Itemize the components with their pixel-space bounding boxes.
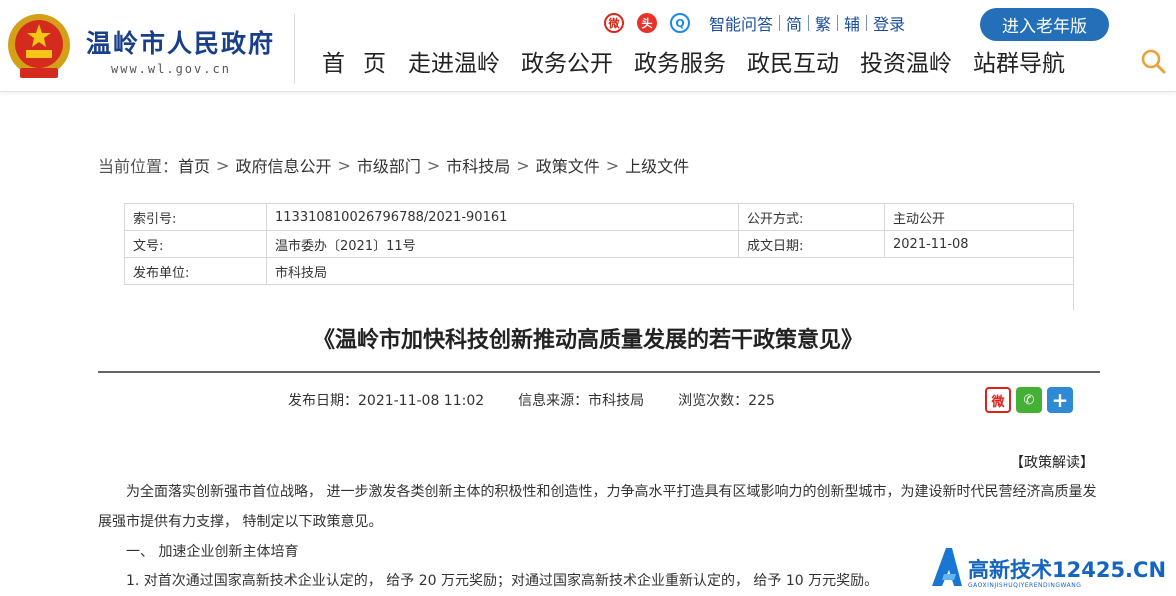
share-wechat-icon[interactable]: ✆ — [1016, 387, 1042, 413]
header-divider — [294, 14, 295, 84]
publish-info: 发布日期：2021-11-08 11:02 信息来源：市科技局 浏览次数：225 — [288, 390, 809, 410]
publicity-label: 公开方式: — [738, 203, 885, 231]
site-name[interactable]: 温岭市人民政府 — [86, 24, 275, 60]
accessibility-link[interactable]: 辅 — [838, 11, 866, 35]
index-value: 113310810026796788/2021-90161 — [266, 203, 739, 231]
policy-interpretation-link[interactable]: 【政策解读】 — [1010, 452, 1094, 472]
main-nav: 首页 走进温岭 政务公开 政务服务 政民互动 投资温岭 站群导航 — [306, 44, 1086, 78]
breadcrumb: 当前位置： 首页 > 政府信息公开 > 市级部门 > 市科技局 > 政策文件 >… — [98, 153, 689, 177]
date-label: 成文日期: — [738, 230, 885, 258]
breadcrumb-label: 当前位置： — [98, 157, 179, 176]
login-link[interactable]: 登录 — [867, 11, 911, 35]
breadcrumb-separator: > — [516, 155, 530, 175]
breadcrumb-home[interactable]: 首页 — [178, 153, 210, 177]
share-weibo-icon[interactable]: 微 — [985, 387, 1011, 413]
divider — [808, 15, 810, 31]
watermark-logo-icon — [932, 548, 962, 586]
document-meta-table: 索引号: 113310810026796788/2021-90161 公开方式:… — [124, 203, 1074, 285]
table-border — [1073, 284, 1074, 310]
nav-about-wenling[interactable]: 走进温岭 — [408, 44, 500, 78]
breadcrumb-city-departments[interactable]: 市级部门 — [357, 153, 421, 177]
site-url: www.wl.gov.cn — [111, 62, 231, 76]
smart-qa-link[interactable]: 智能问答 — [703, 11, 779, 35]
top-links: 微 头 Q 智能问答 简 繁 辅 登录 — [604, 10, 911, 36]
view-count: 浏览次数：225 — [678, 393, 775, 409]
info-source: 信息来源：市科技局 — [518, 393, 645, 409]
breadcrumb-science-bureau[interactable]: 市科技局 — [446, 153, 510, 177]
site-header: 温岭市人民政府 www.wl.gov.cn 微 头 Q 智能问答 简 繁 辅 登… — [0, 0, 1176, 92]
title-divider — [98, 371, 1100, 373]
simplified-chinese-link[interactable]: 简 — [780, 11, 808, 35]
article-paragraph: 为全面落实创新强市首位战略， 进一步激发各类创新主体的积极性和创造性，力争高水平… — [98, 484, 1097, 530]
breadcrumb-separator: > — [216, 155, 230, 175]
national-emblem-icon[interactable] — [6, 12, 72, 82]
table-row: 索引号: 113310810026796788/2021-90161 公开方式:… — [124, 203, 1074, 231]
publish-date: 发布日期：2021-11-08 11:02 — [288, 393, 485, 409]
traditional-chinese-link[interactable]: 繁 — [809, 11, 837, 35]
breadcrumb-separator: > — [426, 155, 441, 175]
nav-investment[interactable]: 投资温岭 — [860, 44, 952, 78]
qq-icon[interactable]: Q — [670, 13, 690, 33]
publicity-value: 主动公开 — [884, 203, 1074, 231]
watermark-text: 高新技术12425.CN — [968, 558, 1167, 582]
elder-mode-button[interactable]: 进入老年版 — [980, 8, 1109, 41]
table-row: 发布单位: 市科技局 — [124, 257, 1074, 285]
divider — [837, 15, 839, 31]
docno-value: 温市委办〔2021〕11号 — [266, 230, 739, 258]
nav-site-navigation[interactable]: 站群导航 — [973, 44, 1065, 78]
publisher-value: 市科技局 — [266, 257, 1074, 285]
nav-home[interactable]: 首页 — [306, 44, 404, 78]
nav-interaction[interactable]: 政民互动 — [747, 44, 839, 78]
weibo-icon[interactable]: 微 — [604, 13, 624, 33]
search-icon[interactable] — [1140, 48, 1166, 74]
divider — [866, 15, 868, 31]
breadcrumb-policy-docs[interactable]: 政策文件 — [536, 153, 600, 177]
watermark-subtext: GAOXINJISHUQIYERENDINGWANG — [968, 582, 1082, 589]
toutiao-icon[interactable]: 头 — [637, 13, 657, 33]
date-value: 2021-11-08 — [884, 230, 1074, 258]
nav-government-services[interactable]: 政务服务 — [634, 44, 726, 78]
divider — [779, 15, 781, 31]
breadcrumb-separator: > — [605, 155, 620, 175]
article-title: 《温岭市加快科技创新推动高质量发展的若干政策意见》 — [312, 328, 863, 353]
breadcrumb-gov-info[interactable]: 政府信息公开 — [235, 153, 331, 177]
share-more-icon[interactable]: + — [1047, 387, 1073, 413]
nav-government-affairs[interactable]: 政务公开 — [521, 44, 613, 78]
publisher-label: 发布单位: — [124, 257, 267, 285]
table-row: 文号: 温市委办〔2021〕11号 成文日期: 2021-11-08 — [124, 230, 1074, 258]
breadcrumb-separator: > — [337, 155, 351, 175]
breadcrumb-superior-docs[interactable]: 上级文件 — [625, 153, 689, 177]
watermark: 高新技术12425.CN GAOXINJISHUQIYERENDINGWANG — [928, 546, 1176, 596]
docno-label: 文号: — [124, 230, 267, 258]
index-label: 索引号: — [124, 203, 267, 231]
